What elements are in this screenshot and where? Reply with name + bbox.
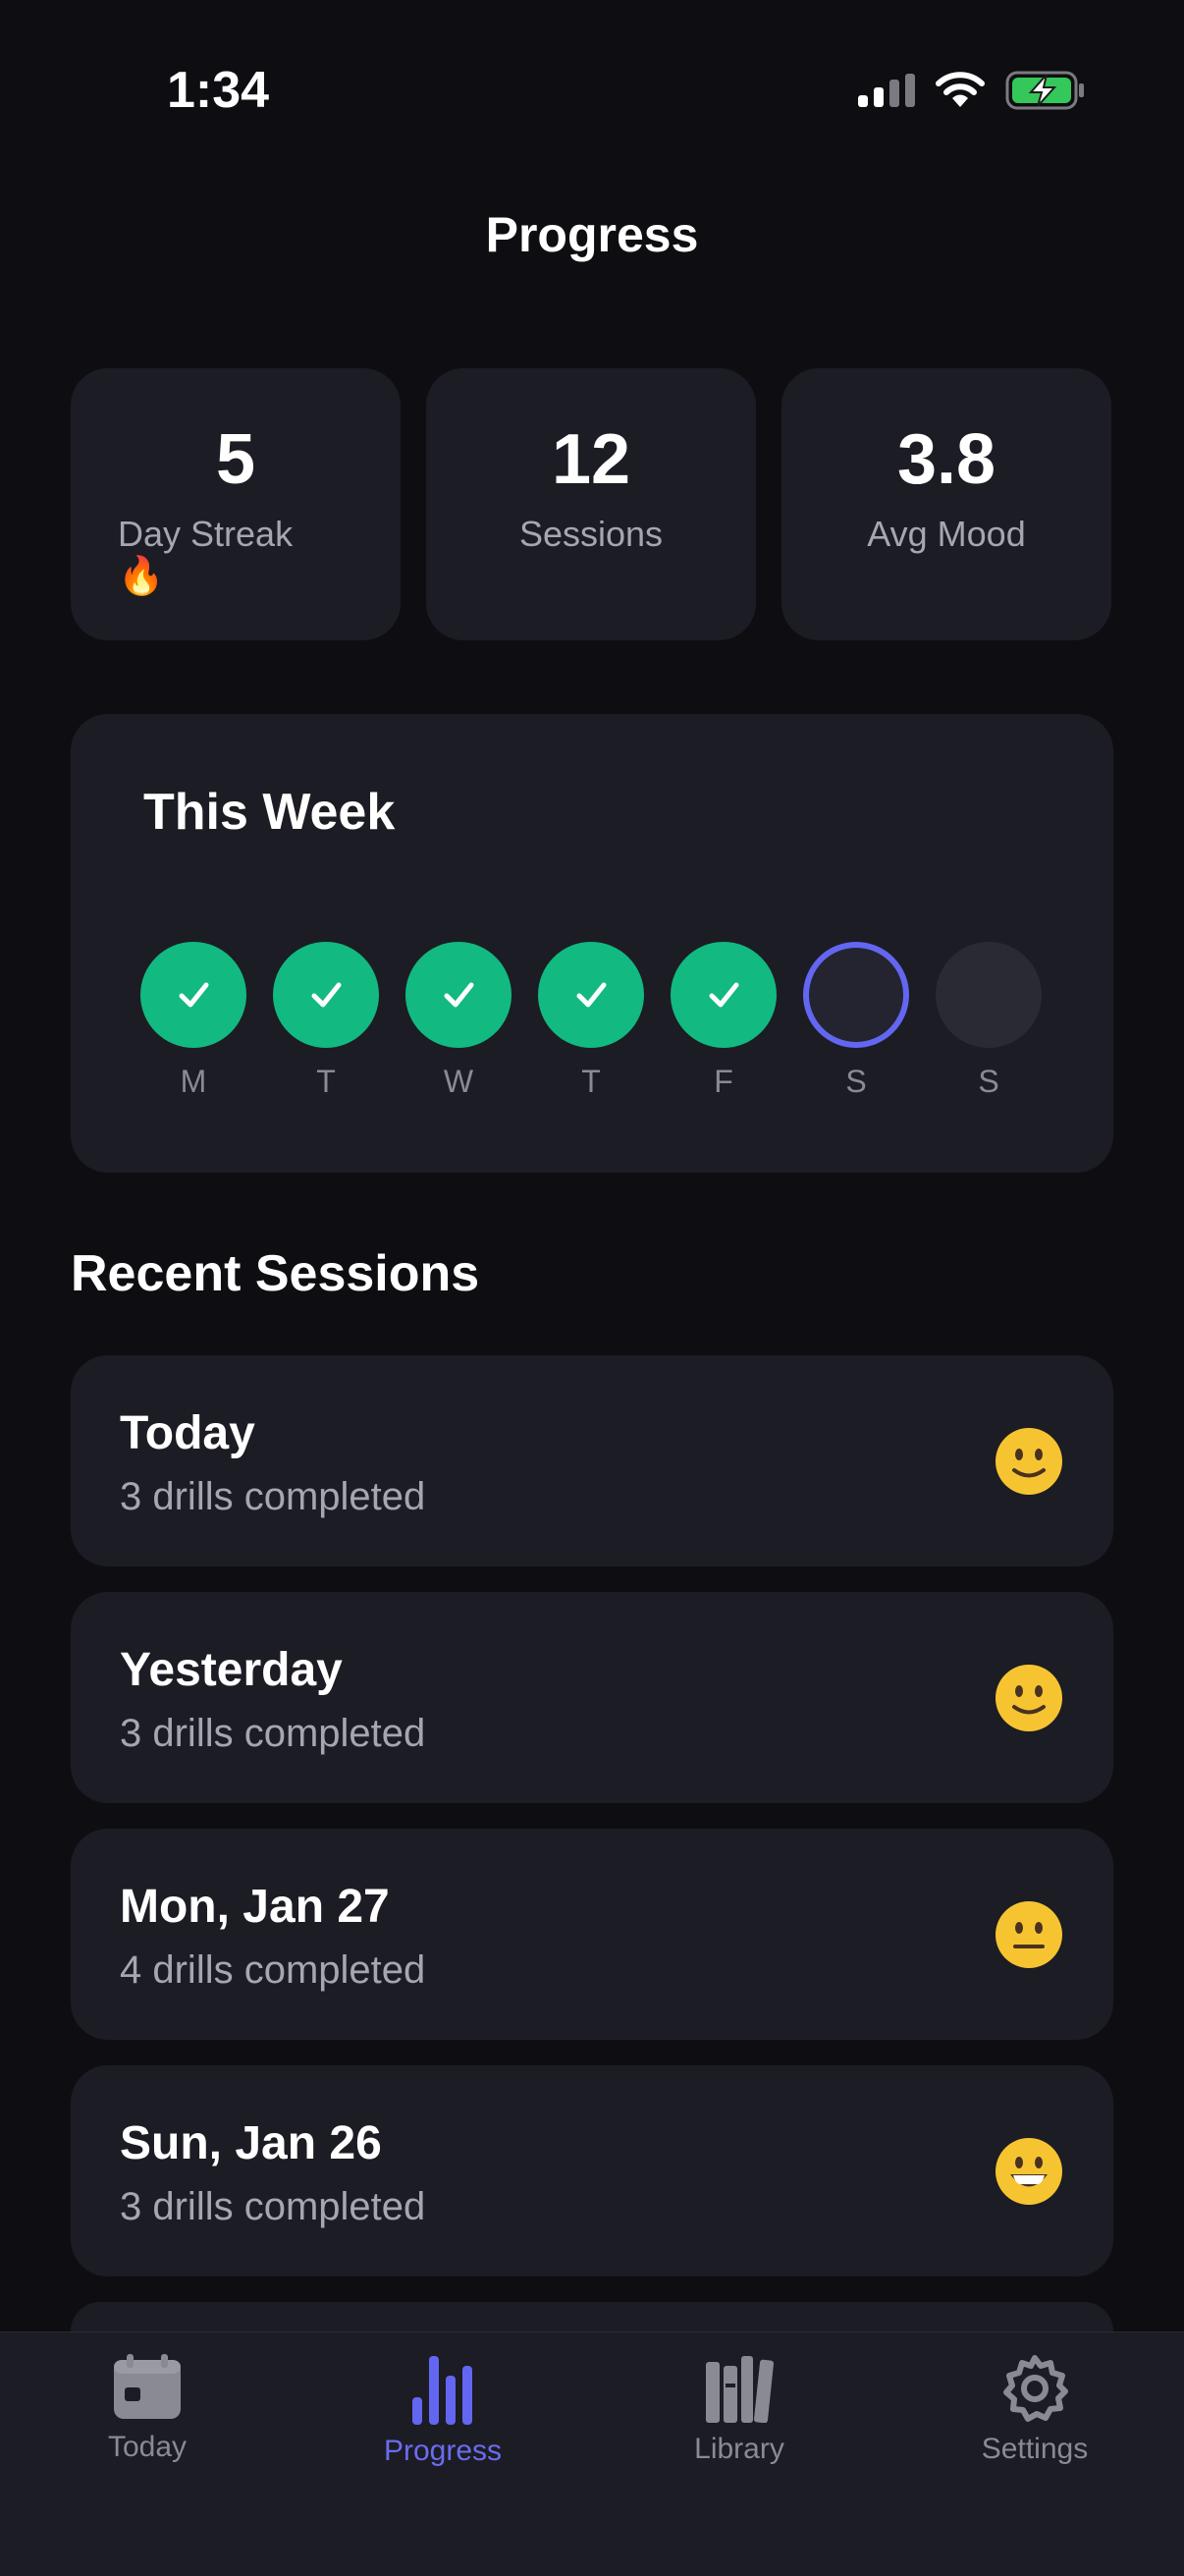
fire-icon: 🔥 — [118, 556, 165, 597]
day-done-circle — [538, 942, 644, 1048]
tab-label: Today — [107, 2431, 188, 2463]
day-today-circle — [803, 942, 909, 1048]
session-date: Yesterday — [120, 1644, 343, 1696]
tab-bar: Today Progress Library Settings — [0, 2331, 1184, 2576]
day-label: F — [714, 1064, 733, 1099]
day-done-circle — [140, 942, 246, 1048]
stat-label: Sessions — [518, 514, 664, 554]
session-detail: 3 drills completed — [120, 1712, 426, 1755]
session-detail: 3 drills completed — [120, 2185, 426, 2228]
week-title: This Week — [143, 784, 396, 841]
session-date: Today — [120, 1407, 255, 1459]
stat-label: Day Streak — [118, 514, 294, 554]
day-wednesday: W — [405, 942, 511, 1100]
stat-value: 5 — [215, 420, 256, 499]
tab-label: Library — [694, 2433, 784, 2465]
tab-today[interactable]: Today — [20, 2354, 275, 2464]
neutral-face-emoji-icon — [996, 1901, 1062, 1968]
day-label: T — [316, 1064, 336, 1099]
day-empty-circle — [936, 942, 1042, 1048]
bar-chart-icon — [412, 2356, 472, 2425]
stat-card-sessions: 12 Sessions — [426, 368, 756, 640]
session-date: Mon, Jan 27 — [120, 1881, 390, 1933]
session-row[interactable]: Yesterday 3 drills completed — [71, 1592, 1113, 1803]
tab-label: Progress — [383, 2435, 503, 2467]
battery-charging-icon — [1005, 71, 1084, 110]
slight-smile-emoji-icon — [996, 1428, 1062, 1495]
calendar-icon — [114, 2354, 181, 2419]
stat-card-avg-mood: 3.8 Avg Mood — [781, 368, 1111, 640]
tab-progress[interactable]: Progress — [315, 2354, 570, 2468]
day-label: M — [180, 1064, 207, 1099]
tab-library[interactable]: Library — [612, 2354, 867, 2466]
session-detail: 4 drills completed — [120, 1948, 426, 1992]
status-icons — [856, 71, 1086, 110]
tab-settings[interactable]: Settings — [907, 2354, 1162, 2466]
status-time: 1:34 — [167, 62, 270, 119]
grin-emoji-icon — [996, 2138, 1062, 2205]
day-sunday: S — [936, 942, 1042, 1100]
day-done-circle — [405, 942, 511, 1048]
day-friday: F — [671, 942, 777, 1100]
session-row[interactable]: Sun, Jan 26 3 drills completed — [71, 2065, 1113, 2276]
day-saturday: S — [803, 942, 909, 1100]
session-row[interactable]: Mon, Jan 27 4 drills completed — [71, 1829, 1113, 2040]
tab-label: Settings — [981, 2433, 1089, 2465]
day-label: S — [978, 1064, 999, 1099]
day-done-circle — [273, 942, 379, 1048]
checkmark-icon — [709, 982, 739, 1008]
stat-value: 12 — [551, 420, 631, 499]
gear-icon — [1003, 2355, 1068, 2422]
week-card: This Week M T W T F S S — [71, 714, 1113, 1173]
day-label: S — [845, 1064, 867, 1099]
checkmark-icon — [576, 982, 607, 1008]
session-row[interactable]: Today 3 drills completed — [71, 1355, 1113, 1566]
stat-value: 3.8 — [896, 420, 996, 499]
session-detail: 3 drills completed — [120, 1475, 426, 1518]
page-title: Progress — [485, 207, 699, 262]
checkmark-icon — [444, 982, 474, 1008]
day-tuesday: T — [273, 942, 379, 1100]
session-date: Sun, Jan 26 — [120, 2117, 382, 2169]
stat-card-streak: 5 Day Streak 🔥 — [71, 368, 401, 640]
day-label: T — [581, 1064, 601, 1099]
checkmark-icon — [311, 982, 342, 1008]
checkmark-icon — [179, 982, 209, 1008]
wifi-icon — [936, 72, 985, 107]
day-monday: M — [140, 942, 246, 1100]
signal-icon — [858, 74, 915, 107]
books-icon — [706, 2356, 775, 2423]
day-label: W — [443, 1064, 474, 1099]
day-thursday: T — [538, 942, 644, 1100]
day-done-circle — [671, 942, 777, 1048]
slight-smile-emoji-icon — [996, 1665, 1062, 1731]
stat-label: Avg Mood — [867, 514, 1026, 554]
recent-sessions-title: Recent Sessions — [71, 1245, 480, 1302]
